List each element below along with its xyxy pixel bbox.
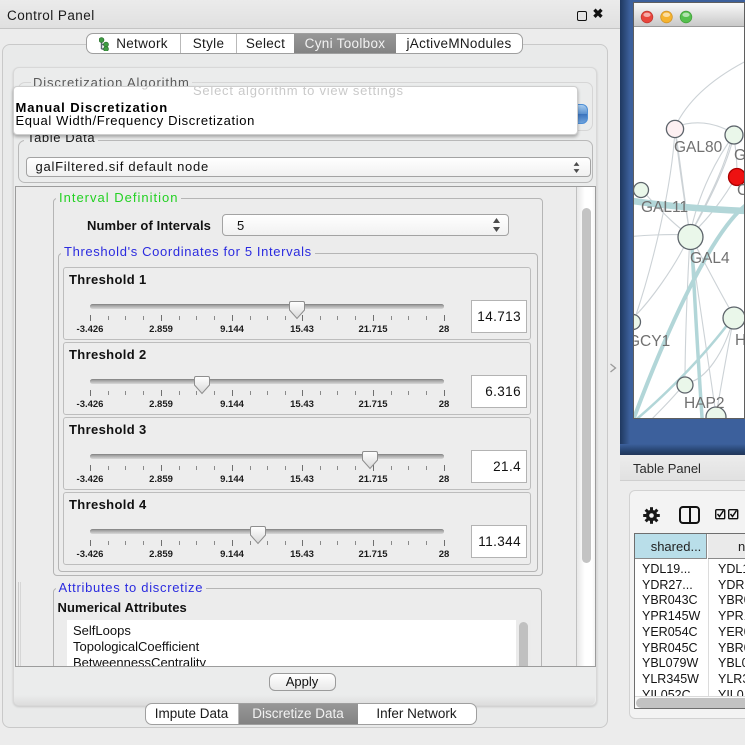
svg-text:H: H <box>735 332 744 349</box>
svg-text:GAL11: GAL11 <box>641 199 688 216</box>
svg-text:GAL4: GAL4 <box>690 250 730 267</box>
svg-text:HAP2: HAP2 <box>684 395 725 412</box>
svg-text:C: C <box>737 182 744 199</box>
svg-text:G.: G. <box>734 147 744 164</box>
svg-text:GCY1: GCY1 <box>634 333 670 350</box>
svg-text:GAL80: GAL80 <box>674 139 723 156</box>
